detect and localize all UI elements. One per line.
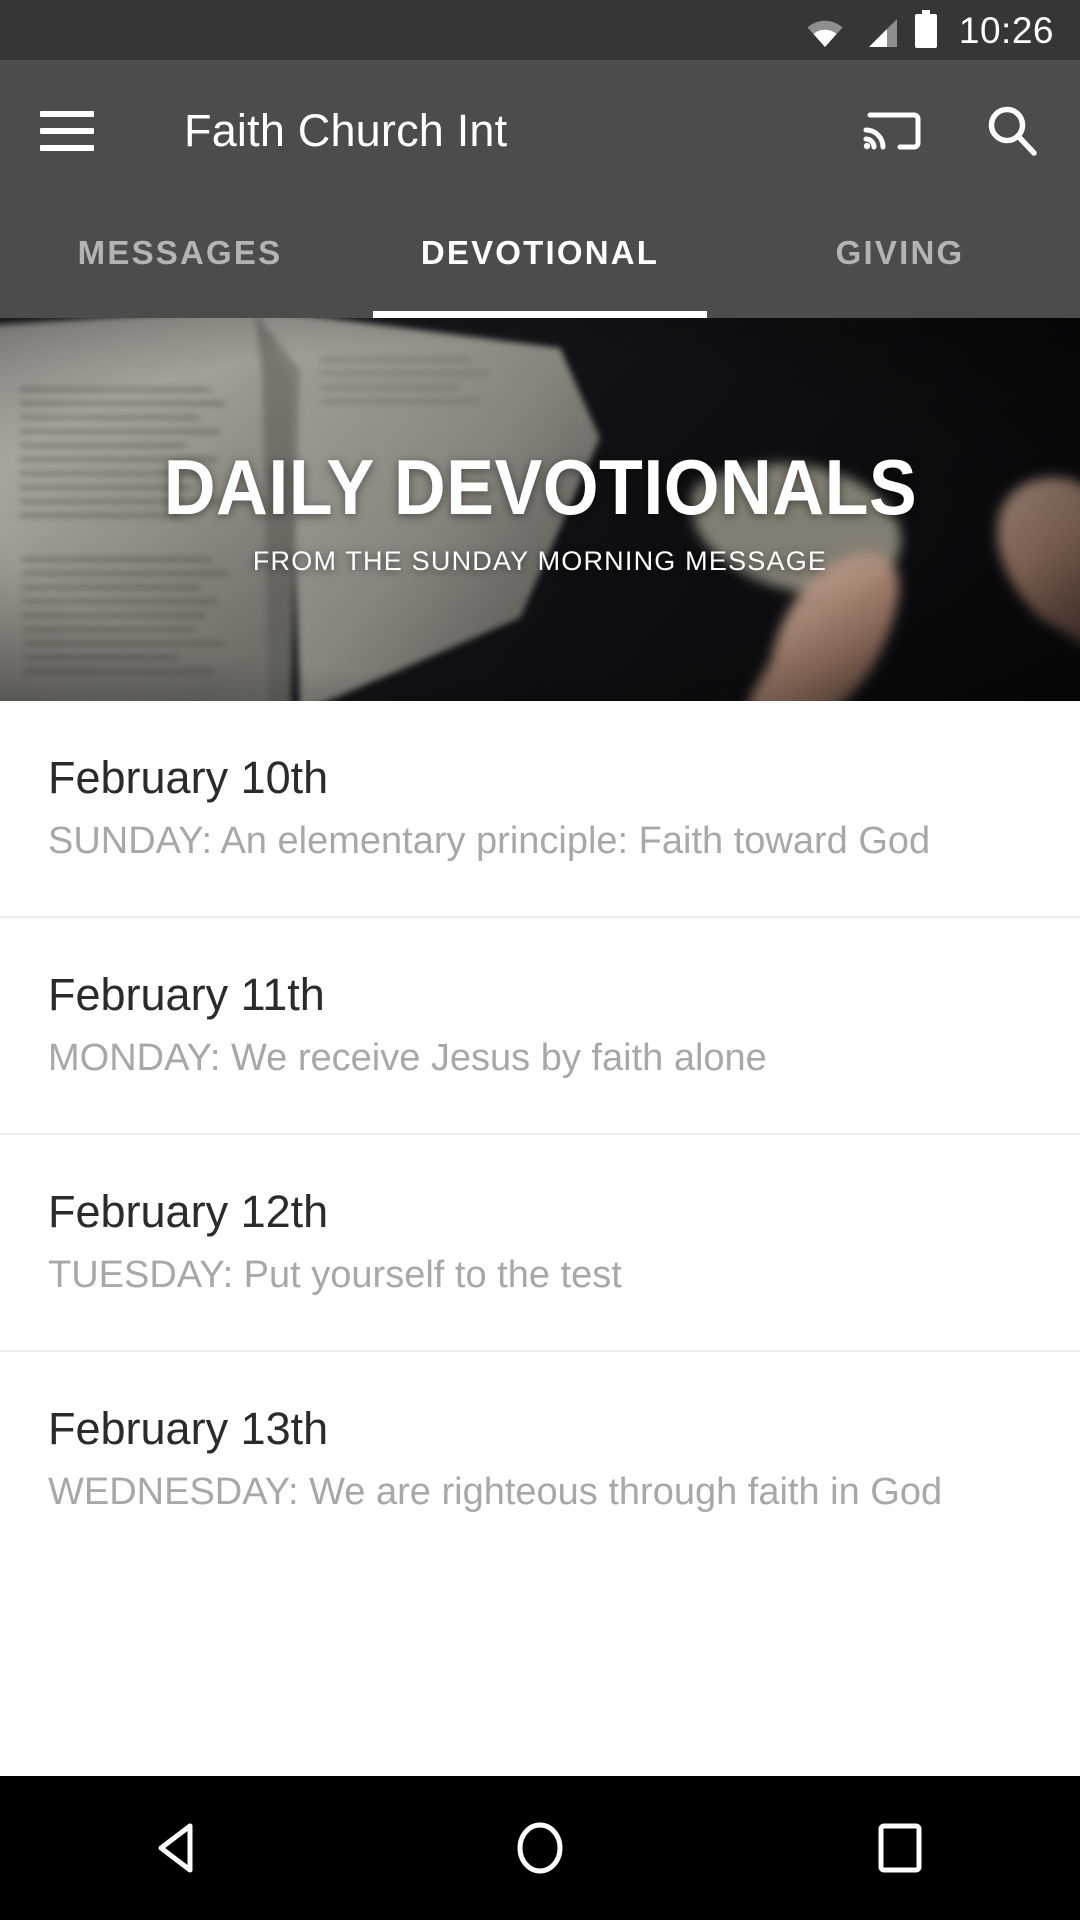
status-bar-clock: 10:26 <box>958 9 1054 51</box>
list-item[interactable]: February 12th TUESDAY: Put yourself to t… <box>0 1135 1080 1350</box>
tab-giving[interactable]: GIVING <box>720 202 1080 318</box>
list-item[interactable]: February 13th WEDNESDAY: We are righteou… <box>0 1352 1080 1567</box>
tab-messages[interactable]: MESSAGES <box>0 202 360 318</box>
hamburger-menu-icon[interactable] <box>40 111 94 151</box>
system-nav-bar <box>0 1776 1080 1920</box>
list-item-title: February 11th <box>48 969 325 1021</box>
recents-square-icon <box>878 1823 922 1873</box>
battery-icon <box>913 10 939 48</box>
page-title: Faith Church Int <box>184 105 508 156</box>
hero-title: DAILY DEVOTIONALS <box>163 443 917 531</box>
cast-icon[interactable] <box>862 106 922 156</box>
hamburger-line <box>40 145 94 151</box>
cellular-signal-icon <box>859 18 899 48</box>
list-item-subtitle: MONDAY: We receive Jesus by faith alone <box>48 1036 767 1079</box>
wifi-icon <box>805 18 845 48</box>
app-bar-actions <box>862 103 1040 159</box>
list-item-subtitle: WEDNESDAY: We are righteous through fait… <box>48 1470 943 1513</box>
home-button[interactable] <box>480 1776 600 1920</box>
back-triangle-icon <box>158 1823 193 1873</box>
list-item[interactable]: February 10th SUNDAY: An elementary prin… <box>0 701 1080 916</box>
status-bar-icons <box>805 10 939 48</box>
list-item-title: February 12th <box>48 1186 329 1238</box>
hamburger-line <box>40 128 94 134</box>
search-icon[interactable] <box>984 103 1040 159</box>
list-item-title: February 13th <box>48 1403 329 1455</box>
tab-active-indicator <box>373 311 707 318</box>
list-item-title: February 10th <box>48 752 329 804</box>
hero-text-block: DAILY DEVOTIONALS FROM THE SUNDAY MORNIN… <box>0 318 1080 701</box>
app-bar: Faith Church Int <box>0 60 1080 202</box>
home-circle-icon <box>517 1822 563 1874</box>
hamburger-line <box>40 111 94 117</box>
list-item[interactable]: February 11th MONDAY: We receive Jesus b… <box>0 918 1080 1133</box>
back-button[interactable] <box>120 1776 240 1920</box>
status-bar: 10:26 <box>0 0 1080 60</box>
list-item-subtitle: TUESDAY: Put yourself to the test <box>48 1253 622 1296</box>
devotional-list: February 10th SUNDAY: An elementary prin… <box>0 701 1080 1567</box>
hero-banner[interactable]: DAILY DEVOTIONALS FROM THE SUNDAY MORNIN… <box>0 318 1080 701</box>
list-item-subtitle: SUNDAY: An elementary principle: Faith t… <box>48 819 931 862</box>
recents-button[interactable] <box>840 1776 960 1920</box>
tab-bar: MESSAGES DEVOTIONAL GIVING <box>0 202 1080 318</box>
tab-devotional[interactable]: DEVOTIONAL <box>360 202 720 318</box>
hero-subtitle: FROM THE SUNDAY MORNING MESSAGE <box>252 546 828 576</box>
app-screen: 10:26 Faith Church Int MESSAGES DEVOTION… <box>0 0 1080 1920</box>
